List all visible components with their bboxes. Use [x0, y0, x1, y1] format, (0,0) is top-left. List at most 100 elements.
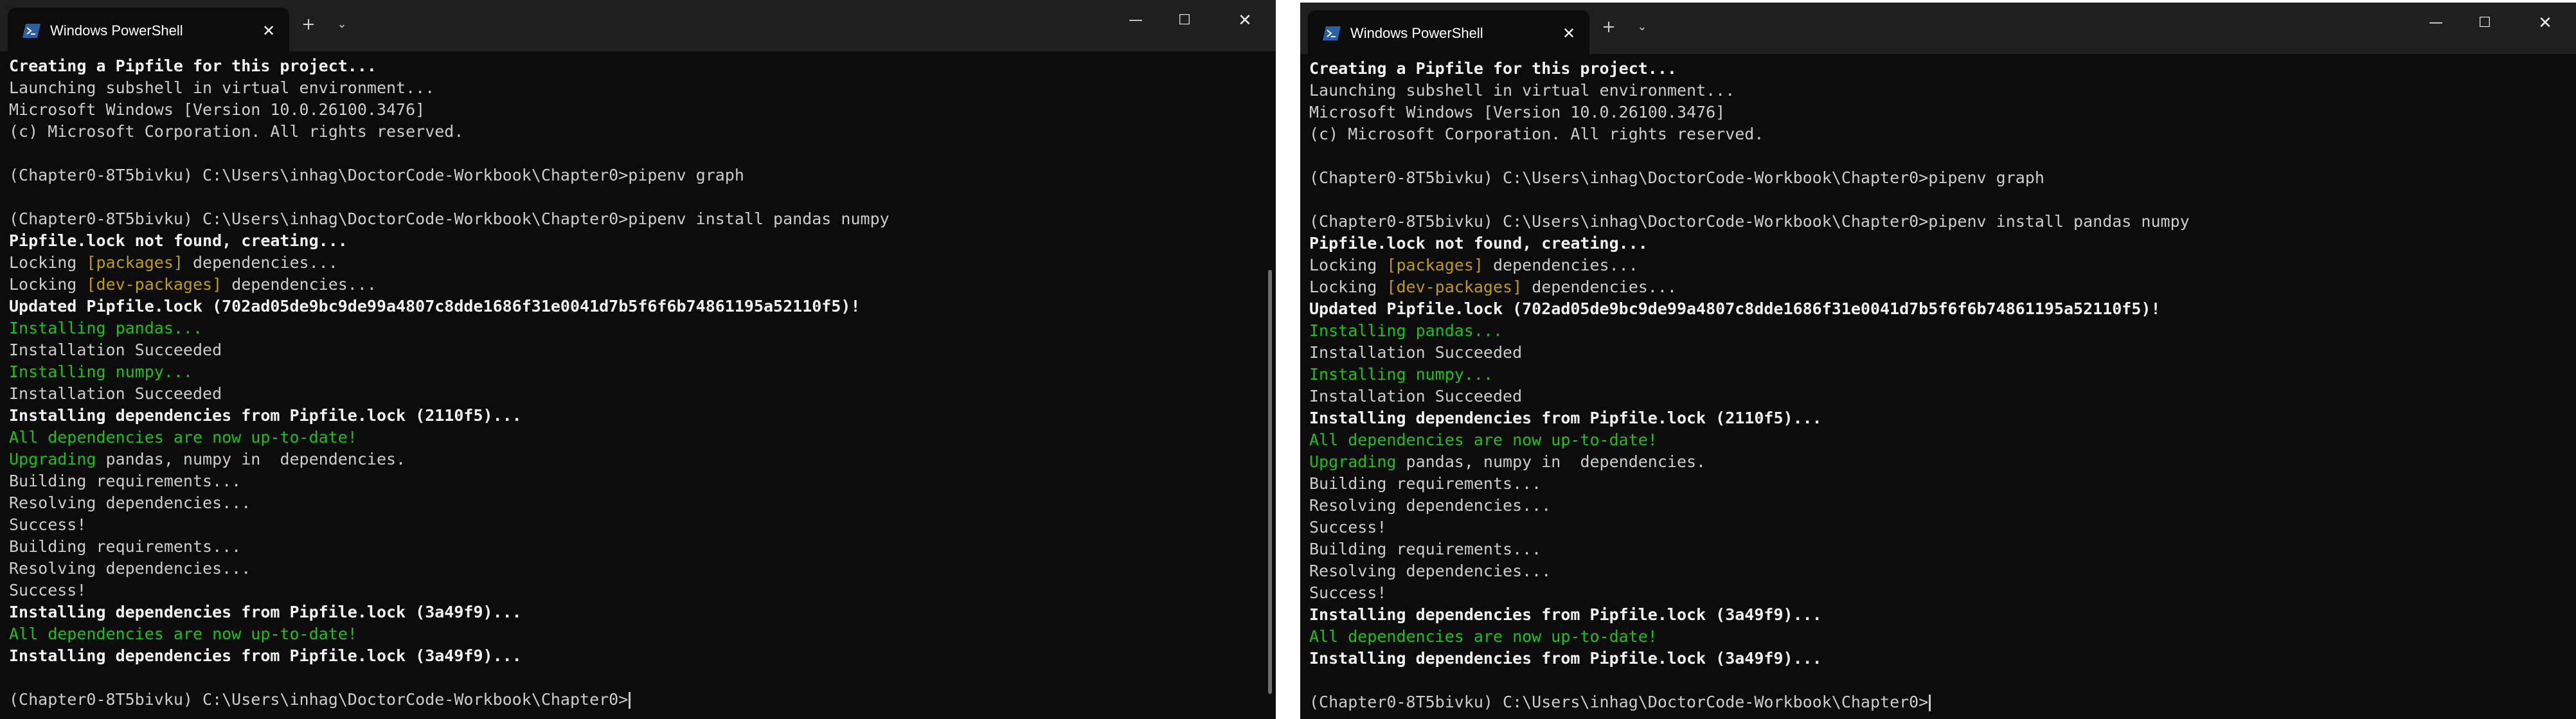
locking-label: Locking — [9, 275, 87, 294]
powershell-icon — [22, 23, 41, 39]
terminal-line: Installation Succeeded — [1309, 343, 1523, 362]
terminal-line: Upgrading pandas, numpy in dependencies. — [1309, 451, 2562, 473]
terminal-line: (c) Microsoft Corporation. All rights re… — [1309, 125, 1764, 143]
upgrading-label: Upgrading — [1309, 452, 1397, 471]
maximize-button[interactable]: ☐ — [1165, 6, 1204, 35]
title-bar[interactable]: Windows PowerShell ✕ + ⌄ — ☐ ✕ — [0, 0, 1276, 51]
terminal-line: Building requirements... — [1309, 540, 1542, 558]
close-tab-icon[interactable]: ✕ — [258, 21, 279, 41]
terminal-window-left[interactable]: Windows PowerShell ✕ + ⌄ — ☐ ✕ Creating … — [0, 0, 1276, 719]
prompt-line[interactable]: (Chapter0-8T5bivku) C:\Users\inhag\Docto… — [1309, 691, 2562, 713]
terminal-line: Installing dependencies from Pipfile.loc… — [1309, 409, 1822, 427]
terminal-line: Launching subshell in virtual environmen… — [1309, 81, 1735, 100]
locking-label: Locking — [9, 253, 87, 272]
new-tab-icon[interactable]: + — [297, 13, 320, 36]
terminal-line: Installing pandas... — [1309, 321, 1503, 340]
terminal-line: Locking [packages] dependencies... — [9, 252, 1262, 274]
dev-packages-tag: [dev-packages] — [1386, 278, 1523, 296]
terminal-line: Locking [dev-packages] dependencies... — [1309, 276, 2562, 298]
terminal-line: Updated Pipfile.lock (702ad05de9bc9de99a… — [9, 297, 861, 315]
upgrading-text: pandas, numpy in dependencies. — [96, 450, 406, 468]
locking-label: Locking — [1309, 278, 1387, 296]
tab-title: Windows PowerShell — [1350, 25, 1483, 41]
close-window-button[interactable]: ✕ — [2526, 9, 2564, 37]
terminal-line: (Chapter0-8T5bivku) C:\Users\inhag\Docto… — [9, 209, 890, 228]
prompt-line[interactable]: (Chapter0-8T5bivku) C:\Users\inhag\Docto… — [9, 689, 1262, 711]
terminal-line: Locking [packages] dependencies... — [1309, 254, 2562, 276]
terminal-line: Success! — [1309, 518, 1387, 537]
terminal-line: Installing numpy... — [9, 362, 193, 381]
scrollbar[interactable] — [1268, 270, 1272, 694]
dependencies-text: dependencies... — [1522, 278, 1677, 296]
text-cursor — [629, 692, 631, 709]
terminal-line: All dependencies are now up-to-date! — [1309, 627, 1658, 646]
terminal-line: Installation Succeeded — [9, 341, 222, 359]
terminal-line: Resolving dependencies... — [1309, 496, 1552, 515]
packages-tag: [packages] — [1386, 256, 1483, 274]
terminal-line: All dependencies are now up-to-date! — [9, 428, 357, 447]
maximize-button[interactable]: ☐ — [2465, 9, 2504, 37]
terminal-line: Creating a Pipfile for this project... — [9, 57, 377, 75]
dev-packages-tag: [dev-packages] — [86, 275, 222, 294]
terminal-line: Resolving dependencies... — [9, 493, 251, 512]
terminal-line: Locking [dev-packages] dependencies... — [9, 274, 1262, 296]
terminal-line: Installing dependencies from Pipfile.loc… — [9, 646, 522, 665]
terminal-line: Installation Succeeded — [1309, 387, 1523, 405]
close-tab-icon[interactable]: ✕ — [1559, 23, 1579, 44]
terminal-line: Resolving dependencies... — [1309, 562, 1552, 580]
terminal-line: Pipfile.lock not found, creating... — [1309, 234, 1648, 253]
terminal-line: Success! — [1309, 583, 1387, 602]
dependencies-text: dependencies... — [1483, 256, 1638, 274]
terminal-line: All dependencies are now up-to-date! — [1309, 431, 1658, 449]
terminal-line: All dependencies are now up-to-date! — [9, 625, 357, 643]
terminal-line: Building requirements... — [9, 472, 242, 490]
terminal-line: (Chapter0-8T5bivku) C:\Users\inhag\Docto… — [1309, 168, 2044, 187]
terminal-line: (Chapter0-8T5bivku) C:\Users\inhag\Docto… — [1309, 212, 2190, 231]
terminal-line: Updated Pipfile.lock (702ad05de9bc9de99a… — [1309, 299, 2161, 318]
text-cursor — [1929, 695, 1931, 711]
prompt-text: (Chapter0-8T5bivku) C:\Users\inhag\Docto… — [1309, 693, 1929, 711]
terminal-line: Building requirements... — [9, 537, 242, 556]
tab-windows-powershell[interactable]: Windows PowerShell ✕ — [8, 8, 289, 51]
terminal-line: Building requirements... — [1309, 474, 1542, 493]
terminal-line: (c) Microsoft Corporation. All rights re… — [9, 122, 464, 141]
terminal-line: Microsoft Windows [Version 10.0.26100.34… — [9, 100, 425, 119]
chevron-down-icon[interactable]: ⌄ — [1631, 15, 1654, 39]
close-window-button[interactable]: ✕ — [1226, 6, 1264, 35]
minimize-button[interactable]: — — [1116, 6, 1155, 35]
terminal-line: Installing dependencies from Pipfile.loc… — [1309, 649, 1822, 668]
powershell-icon — [1322, 26, 1341, 41]
minimize-button[interactable]: — — [2417, 9, 2455, 37]
terminal-line: Installation Succeeded — [9, 384, 222, 403]
terminal-line: Creating a Pipfile for this project... — [1309, 59, 1677, 78]
new-tab-icon[interactable]: + — [1597, 15, 1620, 39]
dependencies-text: dependencies... — [183, 253, 338, 272]
tab-title: Windows PowerShell — [50, 22, 183, 39]
packages-tag: [packages] — [86, 253, 183, 272]
terminal-line: Pipfile.lock not found, creating... — [9, 231, 348, 250]
terminal-output[interactable]: Creating a Pipfile for this project... L… — [1309, 58, 2562, 714]
terminal-line: Launching subshell in virtual environmen… — [9, 78, 435, 97]
terminal-output[interactable]: Creating a Pipfile for this project... L… — [9, 55, 1262, 714]
terminal-line: Installing dependencies from Pipfile.loc… — [1309, 605, 1822, 624]
terminal-line: Resolving dependencies... — [9, 559, 251, 578]
terminal-window-right[interactable]: Windows PowerShell ✕ + ⌄ — ☐ ✕ Creating … — [1300, 3, 2576, 719]
chevron-down-icon[interactable]: ⌄ — [330, 13, 353, 36]
terminal-line: Microsoft Windows [Version 10.0.26100.34… — [1309, 103, 1726, 121]
terminal-line: Upgrading pandas, numpy in dependencies. — [9, 448, 1262, 470]
terminal-line: Installing dependencies from Pipfile.loc… — [9, 406, 522, 425]
locking-label: Locking — [1309, 256, 1387, 274]
prompt-text: (Chapter0-8T5bivku) C:\Users\inhag\Docto… — [9, 690, 629, 709]
terminal-line: Installing dependencies from Pipfile.loc… — [9, 603, 522, 621]
terminal-line: Success! — [9, 581, 87, 599]
terminal-line: Success! — [9, 515, 87, 534]
title-bar[interactable]: Windows PowerShell ✕ + ⌄ — ☐ ✕ — [1300, 3, 2576, 54]
terminal-line: (Chapter0-8T5bivku) C:\Users\inhag\Docto… — [9, 166, 744, 184]
upgrading-text: pandas, numpy in dependencies. — [1396, 452, 1706, 471]
dependencies-text: dependencies... — [222, 275, 377, 294]
tab-windows-powershell[interactable]: Windows PowerShell ✕ — [1308, 10, 1589, 54]
